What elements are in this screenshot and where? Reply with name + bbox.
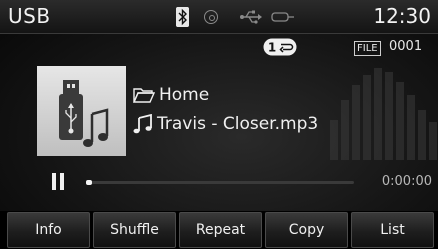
elapsed-time: 0:00:00: [381, 174, 432, 189]
file-number: 0001: [389, 39, 423, 54]
music-note-icon: [133, 114, 152, 134]
album-art: [37, 66, 126, 156]
folder-icon: [133, 88, 155, 103]
folder-name: Home: [159, 85, 210, 105]
usb-icon: [240, 10, 262, 24]
progress-fill: [86, 180, 92, 185]
pause-icon[interactable]: [52, 173, 65, 190]
folder-row: Home: [133, 85, 209, 105]
repeat-one-badge: 1: [268, 41, 276, 55]
progress-bar[interactable]: [86, 180, 354, 185]
aux-icon: [271, 12, 294, 22]
bluetooth-icon: [176, 7, 189, 27]
song-row: Travis - Closer.mp3: [133, 114, 318, 134]
repeat-one-icon: 1: [263, 38, 297, 56]
disc-icon: [204, 10, 218, 24]
source-title: USB: [8, 4, 51, 28]
usb-music-icon: [59, 80, 109, 147]
info-button[interactable]: Info: [7, 212, 90, 248]
shuffle-button[interactable]: Shuffle: [93, 212, 176, 248]
usb-audio-screen: USB 12:30 1 FILE 0001 Home Travis - Clos…: [0, 0, 438, 249]
clock: 12:30: [373, 4, 431, 28]
copy-button[interactable]: Copy: [265, 212, 348, 248]
softkey-bar: Info Shuffle Repeat Copy List: [0, 211, 438, 249]
file-label: FILE: [354, 41, 381, 56]
song-title: Travis - Closer.mp3: [157, 114, 319, 134]
status-bar: USB 12:30: [0, 0, 438, 34]
repeat-button[interactable]: Repeat: [179, 212, 262, 248]
equalizer-visual: [330, 68, 437, 160]
list-button[interactable]: List: [351, 212, 434, 248]
